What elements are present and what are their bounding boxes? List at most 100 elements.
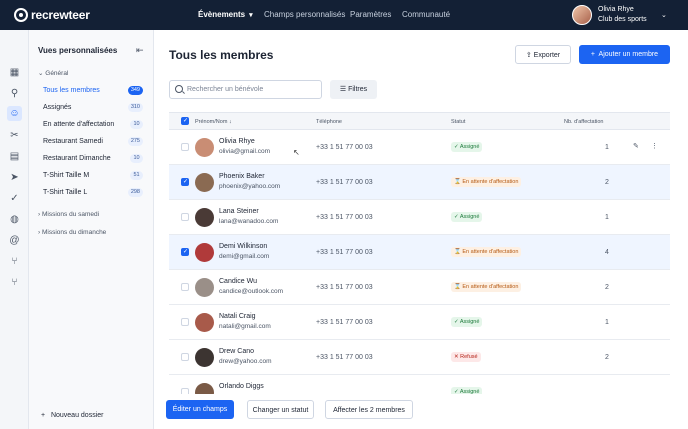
group-missions-dimanche[interactable]: › Missions du dimanche: [38, 229, 106, 236]
member-phone: +33 1 51 77 00 03: [316, 354, 373, 361]
org-chart-icon[interactable]: ⚲: [9, 88, 20, 99]
member-name: Phoenix Baker: [219, 173, 265, 180]
filters-button[interactable]: ☰ Filtres: [330, 80, 377, 99]
select-all-checkbox[interactable]: [181, 117, 189, 125]
row-checkbox[interactable]: [181, 283, 189, 291]
members-table: Prénom/Nom ↓ Téléphone Statut Nb. d'affe…: [169, 112, 670, 394]
member-email: natali@gmail.com: [219, 323, 271, 330]
edit-pencil-icon[interactable]: ✎: [633, 142, 639, 150]
new-folder-button[interactable]: + Nouveau dossier: [41, 412, 103, 419]
table-row[interactable]: Candice Wu candice@outlook.com +33 1 51 77…: [169, 270, 670, 305]
chevron-down-icon: ▾: [249, 12, 253, 19]
chevron-right-icon: ›: [38, 211, 41, 218]
at-sign-icon[interactable]: @: [9, 235, 20, 246]
avatar: [195, 173, 214, 192]
table-row[interactable]: Demi Wilkinson demi@gmail.com +33 1 51 77 …: [169, 235, 670, 270]
column-header-name[interactable]: Prénom/Nom ↓: [195, 119, 232, 125]
status-badge: ✕ Refusé: [451, 352, 481, 362]
plus-icon: +: [41, 412, 46, 419]
view-count: 298: [127, 188, 143, 197]
dashboard-grid-icon[interactable]: ▦: [9, 67, 20, 78]
top-navigation-bar: recrewteer Évènements ▾ Champs personnali…: [0, 0, 688, 30]
assignment-count: 2: [605, 179, 609, 186]
table-row[interactable]: Natali Craig natali@gmail.com +33 1 51 77 …: [169, 305, 670, 340]
tools-icon[interactable]: ✂: [9, 130, 20, 141]
group-label: Missions du samedi: [41, 211, 100, 218]
brand-logo[interactable]: recrewteer: [14, 8, 90, 22]
check-circle-icon[interactable]: ✓: [9, 193, 20, 204]
avatar: [195, 138, 214, 157]
branch-icon[interactable]: ⑂: [9, 256, 20, 267]
table-row[interactable]: Lana Steiner lana@wanadoo.com +33 1 51 77 …: [169, 200, 670, 235]
row-checkbox[interactable]: [181, 178, 189, 186]
chevron-down-icon: ⌄: [38, 70, 44, 77]
status-label: En attente d'affectation: [462, 179, 519, 185]
status-label: Assigné: [459, 144, 480, 150]
table-header: Prénom/Nom ↓ Téléphone Statut Nb. d'affe…: [169, 112, 670, 130]
globe-icon[interactable]: ◍: [9, 214, 20, 225]
new-folder-label: Nouveau dossier: [50, 412, 104, 419]
avatar: [195, 313, 214, 332]
status-badge: ✓ Assigné: [451, 212, 483, 222]
assignment-count: 2: [605, 354, 609, 361]
view-label: Tous les membres: [43, 87, 100, 94]
table-row[interactable]: Phoenix Baker phoenix@yahoo.com +33 1 51 7…: [169, 165, 670, 200]
search-input[interactable]: Rechercher un bénévole: [169, 80, 322, 99]
view-label: T-Shirt Taille L: [43, 189, 88, 196]
group-missions-samedi[interactable]: › Missions du samedi: [38, 211, 99, 218]
view-restaurant-samedi[interactable]: Restaurant Samedi 275: [43, 135, 143, 148]
view-count: 10: [130, 120, 143, 129]
collapse-sidebar-icon[interactable]: ⇤: [136, 45, 144, 56]
view-tshirt-m[interactable]: T-Shirt Taille M 51: [43, 169, 143, 182]
edit-field-button[interactable]: Éditer un champs: [166, 400, 234, 419]
member-name: Drew Cano: [219, 348, 255, 355]
nav-item-communaute[interactable]: Communauté: [402, 10, 450, 19]
status-label: Refusé: [460, 354, 478, 360]
change-status-button[interactable]: Changer un statut: [247, 400, 314, 419]
more-vertical-icon[interactable]: ⋮: [651, 142, 658, 150]
member-phone: +33 1 51 77 00 03: [316, 144, 373, 151]
merge-icon[interactable]: ⑂: [9, 277, 20, 288]
row-checkbox[interactable]: [181, 318, 189, 326]
member-email: phoenix@yahoo.com: [219, 183, 281, 190]
member-email: demi@gmail.com: [219, 253, 270, 260]
view-restaurant-dimanche[interactable]: Restaurant Dimanche 10: [43, 152, 143, 165]
add-member-label: Ajouter un membre: [598, 51, 659, 58]
group-general[interactable]: ⌄ Général: [38, 69, 68, 77]
chevron-down-icon[interactable]: ⌄: [661, 11, 667, 19]
members-icon[interactable]: ☺: [7, 106, 22, 121]
nav-item-evenements[interactable]: Évènements ▾: [198, 10, 253, 19]
group-label: Missions du dimanche: [41, 229, 107, 236]
member-name: Natali Craig: [219, 313, 256, 320]
status-label: En attente d'affectation: [462, 249, 519, 255]
table-row[interactable]: Olivia Rhye olivia@gmail.com +33 1 51 77 0…: [169, 130, 670, 165]
table-row[interactable]: Drew Cano drew@yahoo.com +33 1 51 77 00 03…: [169, 340, 670, 375]
send-icon[interactable]: ➤: [9, 172, 20, 183]
view-en-attente[interactable]: En attente d'affectation 10: [43, 118, 143, 131]
member-email: lana@wanadoo.com: [219, 218, 279, 225]
export-button[interactable]: ⇪ Exporter: [515, 45, 571, 64]
member-email: drew@yahoo.com: [219, 358, 272, 365]
column-header-status: Statut: [451, 119, 466, 125]
member-email: olivia@gmail.com: [219, 148, 271, 155]
document-icon[interactable]: ▤: [9, 151, 20, 162]
user-menu[interactable]: Olivia Rhye Club des sports: [572, 5, 647, 25]
assignment-count: 1: [605, 144, 609, 151]
row-checkbox[interactable]: [181, 213, 189, 221]
nav-item-parametres[interactable]: Paramètres: [350, 10, 391, 19]
row-checkbox[interactable]: [181, 143, 189, 151]
row-checkbox[interactable]: [181, 353, 189, 361]
arrow-down-icon: ↓: [228, 119, 232, 125]
view-label: En attente d'affectation: [43, 121, 115, 128]
table-row[interactable]: Orlando Diggs ✓ Assigné: [169, 375, 670, 394]
view-tshirt-l[interactable]: T-Shirt Taille L 298: [43, 186, 143, 199]
row-checkbox[interactable]: [181, 248, 189, 256]
nav-item-champs[interactable]: Champs personnalisés: [264, 10, 345, 19]
assign-members-button[interactable]: Affecter les 2 membres: [325, 400, 413, 419]
add-member-button[interactable]: + Ajouter un membre: [579, 45, 670, 64]
view-tous-les-membres[interactable]: Tous les membres 349: [43, 84, 143, 97]
view-assignes[interactable]: Assignés 310: [43, 101, 143, 114]
mouse-cursor-icon: ↖: [293, 148, 300, 157]
member-name: Orlando Diggs: [219, 383, 264, 390]
view-count: 51: [130, 171, 143, 180]
